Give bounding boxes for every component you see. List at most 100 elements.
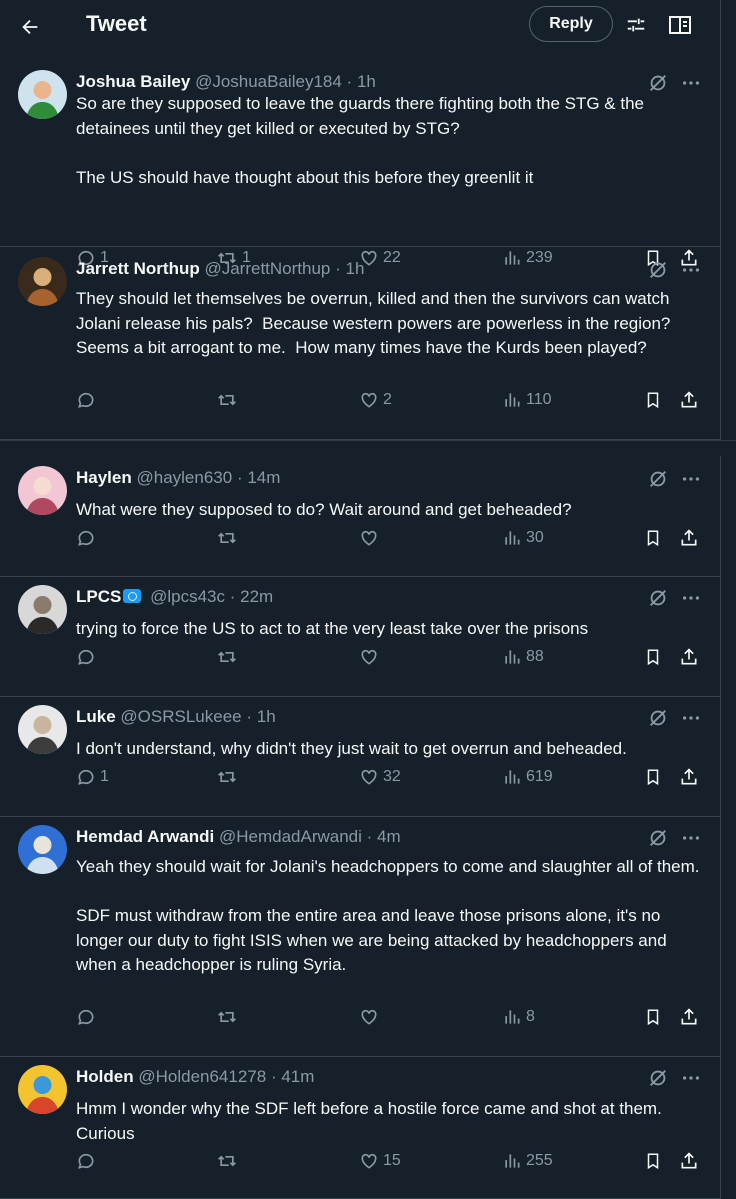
timestamp[interactable]: 14m bbox=[247, 468, 280, 487]
author-handle[interactable]: @Holden641278 bbox=[138, 1067, 266, 1086]
retweet-action[interactable] bbox=[216, 388, 242, 412]
views-action[interactable]: 619 bbox=[502, 765, 553, 789]
grok-button[interactable] bbox=[646, 1067, 670, 1089]
author-name[interactable]: LPCS bbox=[76, 587, 121, 606]
more-button[interactable] bbox=[678, 707, 704, 729]
share-icon bbox=[681, 1008, 697, 1025]
timestamp[interactable]: 1h bbox=[346, 259, 365, 278]
more-button[interactable] bbox=[678, 1067, 704, 1089]
reply-tweet[interactable]: Hemdad Arwandi @HemdadArwandi · 4m Yeah … bbox=[0, 817, 720, 1057]
retweet-action[interactable] bbox=[216, 765, 242, 789]
grok-slash-icon bbox=[650, 1070, 666, 1086]
like-action[interactable] bbox=[359, 526, 383, 550]
avatar[interactable] bbox=[18, 585, 67, 634]
separator: · bbox=[335, 259, 341, 278]
more-button[interactable] bbox=[678, 72, 704, 94]
tweet-text: Yeah they should wait for Jolani's headc… bbox=[76, 857, 700, 974]
grok-button[interactable] bbox=[646, 468, 670, 490]
more-button[interactable] bbox=[678, 259, 704, 281]
bookmark-action[interactable] bbox=[644, 1005, 666, 1029]
avatar[interactable] bbox=[18, 825, 67, 874]
avatar[interactable] bbox=[18, 1065, 67, 1114]
like-action[interactable]: 15 bbox=[359, 1149, 401, 1173]
avatar[interactable] bbox=[18, 466, 67, 515]
more-button[interactable] bbox=[678, 587, 704, 609]
back-button[interactable] bbox=[16, 13, 44, 41]
bookmark-action[interactable] bbox=[644, 1149, 666, 1173]
reply-tweet[interactable]: LPCS @lpcs43c · 22m trying to force the … bbox=[0, 577, 720, 697]
like-action[interactable] bbox=[359, 645, 383, 669]
share-action[interactable] bbox=[679, 1005, 703, 1029]
views-action[interactable]: 88 bbox=[502, 645, 544, 669]
views-action[interactable]: 8 bbox=[502, 1005, 535, 1029]
author-handle[interactable]: @HemdadArwandi bbox=[219, 827, 362, 846]
retweet-action[interactable] bbox=[216, 645, 242, 669]
grok-button[interactable] bbox=[646, 72, 670, 94]
heart-icon bbox=[361, 769, 377, 785]
timestamp[interactable]: 1h bbox=[357, 72, 376, 91]
reply-tweet[interactable]: Holden @Holden641278 · 41m Hmm I wonder … bbox=[0, 1057, 720, 1199]
retweet-action[interactable] bbox=[216, 1149, 242, 1173]
share-action[interactable] bbox=[679, 388, 703, 412]
author-handle[interactable]: @JoshuaBailey184 bbox=[195, 72, 342, 91]
grok-slash-icon bbox=[650, 590, 666, 606]
author-handle[interactable]: @lpcs43c bbox=[150, 587, 225, 606]
reply-action[interactable] bbox=[76, 645, 100, 669]
more-button[interactable] bbox=[678, 468, 704, 490]
retweet-action[interactable] bbox=[216, 1005, 242, 1029]
reply-tweet[interactable]: Luke @OSRSLukeee · 1h I don't understand… bbox=[0, 697, 720, 817]
timestamp[interactable]: 22m bbox=[240, 587, 273, 606]
grok-slash-icon bbox=[650, 830, 666, 846]
reply-action[interactable] bbox=[76, 1149, 100, 1173]
reply-action[interactable] bbox=[76, 388, 100, 412]
author-name[interactable]: Haylen bbox=[76, 468, 132, 487]
bookmark-action[interactable] bbox=[644, 388, 666, 412]
timestamp[interactable]: 1h bbox=[257, 707, 276, 726]
timestamp[interactable]: 41m bbox=[281, 1067, 314, 1086]
share-action[interactable] bbox=[679, 645, 703, 669]
share-action[interactable] bbox=[679, 526, 703, 550]
reader-button[interactable] bbox=[667, 12, 693, 38]
author-name[interactable]: Joshua Bailey bbox=[76, 72, 190, 91]
share-action[interactable] bbox=[679, 765, 703, 789]
views-action[interactable]: 30 bbox=[502, 526, 544, 550]
avatar[interactable] bbox=[18, 70, 67, 119]
views-action[interactable]: 110 bbox=[502, 388, 552, 412]
grok-button[interactable] bbox=[646, 259, 670, 281]
reply-button[interactable]: Reply bbox=[529, 6, 613, 42]
author-handle[interactable]: @haylen630 bbox=[136, 468, 232, 487]
grok-button[interactable] bbox=[646, 827, 670, 849]
author-name[interactable]: Luke bbox=[76, 707, 116, 726]
bookmark-action[interactable] bbox=[644, 526, 666, 550]
views-action[interactable]: 255 bbox=[502, 1149, 553, 1173]
bookmark-icon bbox=[647, 392, 659, 409]
bookmark-action[interactable] bbox=[644, 645, 666, 669]
bookmark-action[interactable] bbox=[644, 765, 666, 789]
share-action[interactable] bbox=[679, 1149, 703, 1173]
filter-button[interactable] bbox=[623, 12, 649, 38]
reply-tweet[interactable]: Haylen @haylen630 · 14m What were they s… bbox=[0, 456, 720, 577]
grok-button[interactable] bbox=[646, 707, 670, 729]
reply-tweet[interactable]: Joshua Bailey @JoshuaBailey184 · 1h So a… bbox=[0, 52, 720, 267]
author-handle[interactable]: @JarrettNorthup bbox=[204, 259, 330, 278]
tweet-text: trying to force the US to act to at the … bbox=[76, 619, 589, 638]
more-button[interactable] bbox=[678, 827, 704, 849]
avatar[interactable] bbox=[18, 257, 67, 306]
author-name[interactable]: Jarrett Northup bbox=[76, 259, 200, 278]
views-bars-icon bbox=[505, 531, 520, 545]
author-name[interactable]: Holden bbox=[76, 1067, 134, 1086]
avatar[interactable] bbox=[18, 705, 67, 754]
reply-action[interactable] bbox=[76, 1005, 100, 1029]
like-action[interactable] bbox=[359, 1005, 383, 1029]
separator: · bbox=[346, 72, 353, 91]
reply-action[interactable]: 1 bbox=[76, 765, 109, 789]
reply-action[interactable] bbox=[76, 526, 100, 550]
grok-button[interactable] bbox=[646, 587, 670, 609]
like-action[interactable]: 32 bbox=[359, 765, 401, 789]
like-action[interactable]: 2 bbox=[359, 388, 392, 412]
author-name[interactable]: Hemdad Arwandi bbox=[76, 827, 214, 846]
retweet-action[interactable] bbox=[216, 526, 242, 550]
reply-tweet[interactable]: Jarrett Northup @JarrettNorthup · 1h The… bbox=[0, 247, 720, 440]
author-handle[interactable]: @OSRSLukeee bbox=[120, 707, 241, 726]
timestamp[interactable]: 4m bbox=[377, 827, 401, 846]
